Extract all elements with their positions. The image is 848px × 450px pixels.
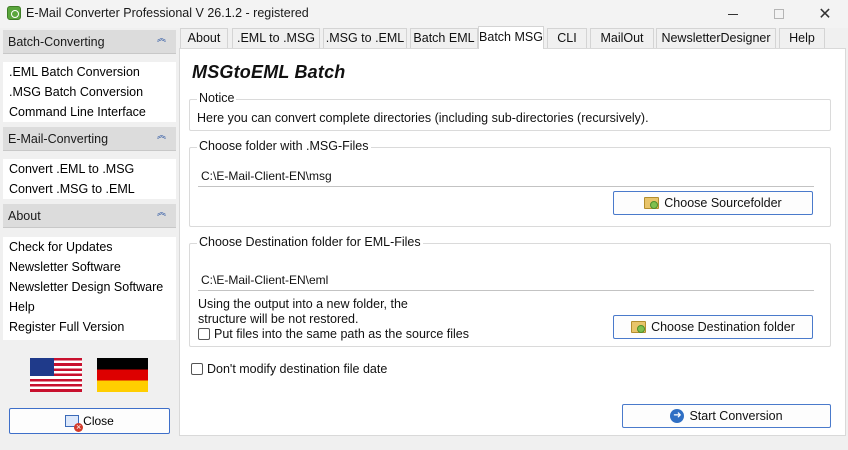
group-title: About bbox=[8, 209, 41, 223]
collapse-icon[interactable]: ︽ bbox=[157, 208, 166, 217]
group-title: Batch-Converting bbox=[8, 35, 105, 49]
tab-batch-eml[interactable]: Batch EML bbox=[410, 28, 478, 48]
same-path-checkbox[interactable]: Put files into the same path as the sour… bbox=[198, 327, 469, 341]
sidebar-item-register[interactable]: Register Full Version bbox=[3, 317, 176, 337]
notice-group: Notice Here you can convert complete dir… bbox=[189, 91, 831, 131]
destination-legend: Choose Destination folder for EML-Files bbox=[197, 235, 423, 249]
title-bar: E-Mail Converter Professional V 26.1.2 -… bbox=[0, 0, 848, 28]
choose-destination-label: Choose Destination folder bbox=[651, 320, 795, 334]
tab-msg-to-eml[interactable]: .MSG to .EML bbox=[323, 28, 407, 48]
same-path-label: Put files into the same path as the sour… bbox=[214, 327, 469, 341]
source-legend: Choose folder with .MSG-Files bbox=[197, 139, 371, 153]
german-flag-icon[interactable] bbox=[97, 358, 148, 392]
dont-modify-date-checkbox[interactable]: Don't modify destination file date bbox=[191, 362, 387, 376]
sidebar-item-help[interactable]: Help bbox=[3, 297, 176, 317]
start-conversion-button[interactable]: ➜ Start Conversion bbox=[622, 404, 831, 428]
sidebar-item-eml-to-msg[interactable]: Convert .EML to .MSG bbox=[3, 159, 176, 179]
app-icon bbox=[7, 6, 21, 20]
source-folder-input[interactable] bbox=[198, 165, 814, 187]
close-button-label: Close bbox=[83, 414, 114, 428]
group-header-email[interactable]: E-Mail-Converting ︽ bbox=[3, 127, 176, 151]
close-window-button[interactable]: ✕ bbox=[802, 0, 848, 28]
choose-sourcefolder-label: Choose Sourcefolder bbox=[664, 196, 782, 210]
window-title: E-Mail Converter Professional V 26.1.2 -… bbox=[26, 6, 309, 20]
sidebar-item-check-updates[interactable]: Check for Updates bbox=[3, 237, 176, 257]
notice-legend: Notice bbox=[197, 91, 237, 105]
arrow-right-icon: ➜ bbox=[670, 409, 685, 423]
sidebar-item-eml-batch[interactable]: .EML Batch Conversion bbox=[3, 62, 176, 82]
tab-newsletterdesigner[interactable]: NewsletterDesigner bbox=[656, 28, 776, 48]
sidebar-item-msg-to-eml[interactable]: Convert .MSG to .EML bbox=[3, 179, 176, 199]
group-title: E-Mail-Converting bbox=[8, 132, 109, 146]
folder-icon bbox=[631, 321, 647, 333]
checkbox-box[interactable] bbox=[191, 363, 203, 375]
maximize-icon bbox=[774, 9, 784, 19]
destination-info-line2: structure will be not restored. bbox=[198, 312, 359, 326]
minimize-icon bbox=[728, 13, 738, 15]
sidebar-item-msg-batch[interactable]: .MSG Batch Conversion bbox=[3, 82, 176, 102]
notice-text: Here you can convert complete directorie… bbox=[197, 111, 649, 125]
destination-folder-input[interactable] bbox=[198, 269, 814, 291]
batch-msg-panel: MSGtoEML Batch Notice Here you can conve… bbox=[179, 48, 846, 436]
group-header-batch[interactable]: Batch-Converting ︽ bbox=[3, 30, 176, 54]
maximize-button[interactable] bbox=[756, 0, 802, 28]
close-button[interactable]: Close bbox=[9, 408, 170, 434]
collapse-icon[interactable]: ︽ bbox=[157, 131, 166, 140]
tab-about[interactable]: About bbox=[180, 28, 228, 48]
collapse-icon[interactable]: ︽ bbox=[157, 34, 166, 43]
sidebar: Batch-Converting ︽ .EML Batch Conversion… bbox=[0, 28, 178, 450]
sidebar-item-newsletter-software[interactable]: Newsletter Software bbox=[3, 257, 176, 277]
tab-help[interactable]: Help bbox=[779, 28, 825, 48]
source-folder-group: Choose folder with .MSG-Files Choose Sou… bbox=[189, 139, 831, 227]
sidebar-item-newsletter-design[interactable]: Newsletter Design Software bbox=[3, 277, 176, 297]
group-body-batch: .EML Batch Conversion .MSG Batch Convers… bbox=[3, 62, 176, 122]
language-flags bbox=[30, 358, 150, 392]
start-conversion-label: Start Conversion bbox=[689, 409, 783, 423]
tab-batch-msg[interactable]: Batch MSG bbox=[478, 26, 544, 49]
page-title: MSGtoEML Batch bbox=[192, 62, 346, 82]
tab-mailout[interactable]: MailOut bbox=[590, 28, 654, 48]
us-flag-icon[interactable] bbox=[30, 358, 82, 392]
tab-cli[interactable]: CLI bbox=[547, 28, 587, 48]
dont-modify-label: Don't modify destination file date bbox=[207, 362, 388, 376]
tab-eml-to-msg[interactable]: .EML to .MSG bbox=[232, 28, 320, 48]
destination-folder-group: Choose Destination folder for EML-Files … bbox=[189, 235, 831, 347]
choose-destination-button[interactable]: Choose Destination folder bbox=[613, 315, 813, 339]
checkbox-box[interactable] bbox=[198, 328, 210, 340]
minimize-button[interactable] bbox=[710, 0, 756, 28]
group-header-about[interactable]: About ︽ bbox=[3, 204, 176, 228]
close-app-icon bbox=[65, 415, 84, 432]
sidebar-item-cli[interactable]: Command Line Interface bbox=[3, 102, 176, 122]
choose-sourcefolder-button[interactable]: Choose Sourcefolder bbox=[613, 191, 813, 215]
close-icon: ✕ bbox=[818, 6, 832, 23]
group-body-email: Convert .EML to .MSG Convert .MSG to .EM… bbox=[3, 159, 176, 199]
tab-bar: About .EML to .MSG .MSG to .EML Batch EM… bbox=[180, 26, 848, 49]
group-body-about: Check for Updates Newsletter Software Ne… bbox=[3, 237, 176, 340]
folder-icon bbox=[644, 197, 660, 209]
destination-info-line1: Using the output into a new folder, the bbox=[198, 297, 408, 311]
